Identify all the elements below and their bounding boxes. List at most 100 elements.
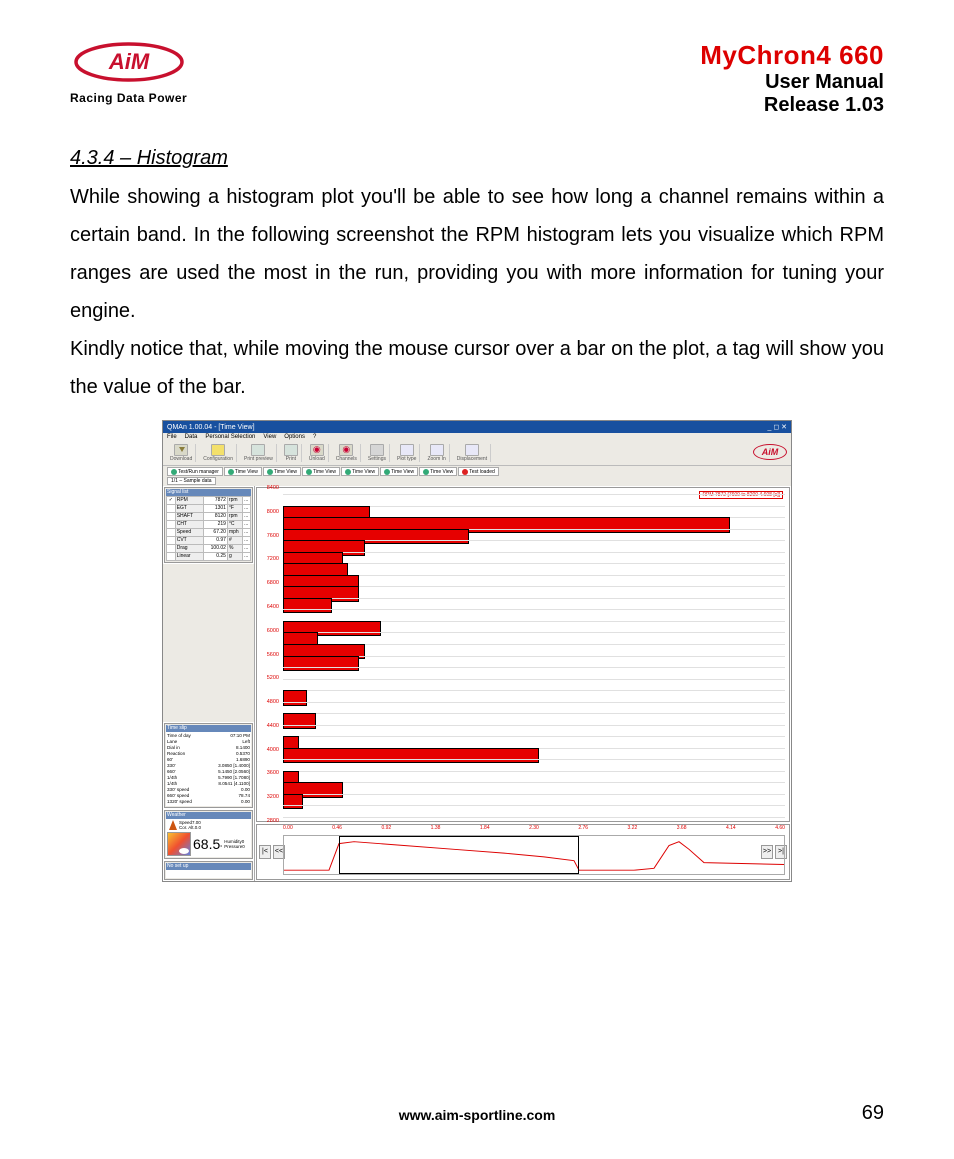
view-tab[interactable]: Time View xyxy=(341,467,379,476)
signal-unit: % xyxy=(227,545,242,553)
y-axis-tick: 5200 xyxy=(257,675,279,681)
menu-personal-selection[interactable]: Personal Selection xyxy=(205,434,255,441)
brand-tagline: Racing Data Power xyxy=(70,91,187,105)
window-controls[interactable]: _ ◻ ✕ xyxy=(768,423,787,431)
signal-row[interactable]: EGT1301°F... xyxy=(167,505,251,513)
toolbar-download[interactable]: Download xyxy=(167,444,196,462)
toolbar-label: Print xyxy=(286,456,296,462)
signal-unit: mph xyxy=(227,529,242,537)
histogram-bar[interactable] xyxy=(283,748,539,764)
y-axis-tick: 8400 xyxy=(257,485,279,491)
weather-temp-block: 68.5° xyxy=(193,836,222,852)
toolbar-settings[interactable]: Settings xyxy=(365,444,390,462)
clock-icon xyxy=(267,469,273,475)
signal-val: 67.20 xyxy=(204,529,228,537)
plot-type-icon xyxy=(400,444,414,456)
histogram-bar[interactable] xyxy=(283,690,307,706)
weather-sun-icon xyxy=(167,832,191,856)
signal-row[interactable]: Drag100.02%... xyxy=(167,545,251,553)
clock-icon xyxy=(423,469,429,475)
signal-name: SHAFT xyxy=(175,513,203,521)
timeslip-row: 1320' speed0.00 xyxy=(167,799,250,805)
weather-key: Pressure xyxy=(224,844,242,849)
strip-chart[interactable]: 0.000.460.921.381.842.302.763.223.684.14… xyxy=(256,824,790,880)
y-axis-tick: 8000 xyxy=(257,509,279,515)
titlebar[interactable]: QMAn 1.00.04 - [Time View] _ ◻ ✕ xyxy=(163,421,791,433)
nosetup-pane: No set up xyxy=(164,861,253,880)
toolbar-print[interactable]: Print xyxy=(281,444,302,462)
window-title: QMAn 1.00.04 - [Time View] xyxy=(167,424,255,431)
view-tab[interactable]: Time View xyxy=(419,467,457,476)
histogram-chart[interactable]: RPM 7872 [7600 to 8200 4.608 [s]] 840080… xyxy=(256,487,790,822)
signal-val: 0.25 xyxy=(204,553,228,561)
toolbar-unload[interactable]: Unload xyxy=(306,444,329,462)
signal-chk xyxy=(167,553,176,561)
signal-more-icon[interactable]: ... xyxy=(243,529,251,537)
histogram-bar[interactable] xyxy=(283,656,359,672)
menu-?[interactable]: ? xyxy=(313,434,316,441)
signal-name: RPM xyxy=(175,497,203,505)
menu-view[interactable]: View xyxy=(263,434,276,441)
histogram-bar[interactable] xyxy=(283,794,303,810)
histogram-bar[interactable] xyxy=(283,713,316,729)
toolbar-zoom-in[interactable]: Zoom In xyxy=(424,444,449,462)
signal-more-icon[interactable]: ... xyxy=(243,545,251,553)
view-tab[interactable]: Time View xyxy=(380,467,418,476)
signal-row[interactable]: ✓RPM7872rpm... xyxy=(167,497,251,505)
left-sidebar: Signal list ✓RPM7872rpm...EGT1301°F...SH… xyxy=(163,486,255,881)
nav-first-button[interactable]: |< xyxy=(259,845,271,859)
toolbar-plot-type[interactable]: Plot type xyxy=(394,444,420,462)
menubar[interactable]: File Data Personal Selection View Options? xyxy=(163,433,791,442)
timeslip-pane: Time slip Time of day07:10 PMLaneLeftDia… xyxy=(164,723,253,808)
signal-more-icon[interactable]: ... xyxy=(243,537,251,545)
y-axis-tick: 4800 xyxy=(257,699,279,705)
paragraph-2: Kindly notice that, while moving the mou… xyxy=(70,330,884,406)
signal-more-icon[interactable]: ... xyxy=(243,521,251,529)
signal-more-icon[interactable]: ... xyxy=(243,513,251,521)
signal-chk xyxy=(167,505,176,513)
signals-table[interactable]: ✓RPM7872rpm...EGT1301°F...SHAFT8120rpm..… xyxy=(166,496,251,561)
timeslip-key: 1320' speed xyxy=(167,799,192,805)
menu-file[interactable]: File xyxy=(167,434,177,441)
view-tab[interactable]: Test/Run manager xyxy=(167,467,223,476)
view-tab[interactable]: Time View xyxy=(302,467,340,476)
view-tab[interactable]: Test loaded xyxy=(458,467,499,476)
wind-arrow-icon xyxy=(169,820,177,830)
clock-icon xyxy=(384,469,390,475)
signal-row[interactable]: CHT219°C... xyxy=(167,521,251,529)
histogram-bar[interactable] xyxy=(283,598,332,614)
toolbar-configuration[interactable]: Configuration xyxy=(200,444,237,462)
app-brand-icon: AiM xyxy=(753,444,787,460)
toolbar-channels[interactable]: Channels xyxy=(333,444,361,462)
signal-val: 100.02 xyxy=(204,545,228,553)
footer-url: www.aim-sportline.com xyxy=(399,1107,556,1123)
toolbar[interactable]: DownloadConfigurationPrint preview Print U… xyxy=(163,442,791,466)
tab-label: Time View xyxy=(274,469,297,475)
signal-row[interactable]: SHAFT8120rpm... xyxy=(167,513,251,521)
y-axis-tick: 4400 xyxy=(257,723,279,729)
app-window: QMAn 1.00.04 - [Time View] _ ◻ ✕ File Dat… xyxy=(162,420,792,882)
signal-more-icon[interactable]: ... xyxy=(243,553,251,561)
y-axis-tick: 6800 xyxy=(257,580,279,586)
view-tab[interactable]: Time View xyxy=(263,467,301,476)
menu-data[interactable]: Data xyxy=(185,434,198,441)
signal-row[interactable]: Speed67.20mph... xyxy=(167,529,251,537)
strip-x-tick: 0.92 xyxy=(381,825,391,833)
dataset-tab[interactable]: 1/1 – Sample data xyxy=(167,477,216,485)
strip-x-tick: 3.68 xyxy=(677,825,687,833)
toolbar-displacement[interactable]: Displacement xyxy=(454,444,491,462)
y-axis-tick: 6000 xyxy=(257,628,279,634)
menu-options[interactable]: Options xyxy=(284,434,305,441)
signal-row[interactable]: CVT0.97#... xyxy=(167,537,251,545)
signal-chk xyxy=(167,537,176,545)
signal-row[interactable]: Linear0.25g... xyxy=(167,553,251,561)
tab-strip[interactable]: Test/Run managerTime ViewTime ViewTime V… xyxy=(163,466,791,477)
toolbar-print-preview[interactable]: Print preview xyxy=(241,444,277,462)
signal-unit: rpm xyxy=(227,497,242,505)
view-tab[interactable]: Time View xyxy=(224,467,262,476)
strip-x-tick: 2.30 xyxy=(529,825,539,833)
clock-icon xyxy=(306,469,312,475)
signal-more-icon[interactable]: ... xyxy=(243,497,251,505)
signal-more-icon[interactable]: ... xyxy=(243,505,251,513)
toolbar-label: Zoom In xyxy=(427,456,445,462)
